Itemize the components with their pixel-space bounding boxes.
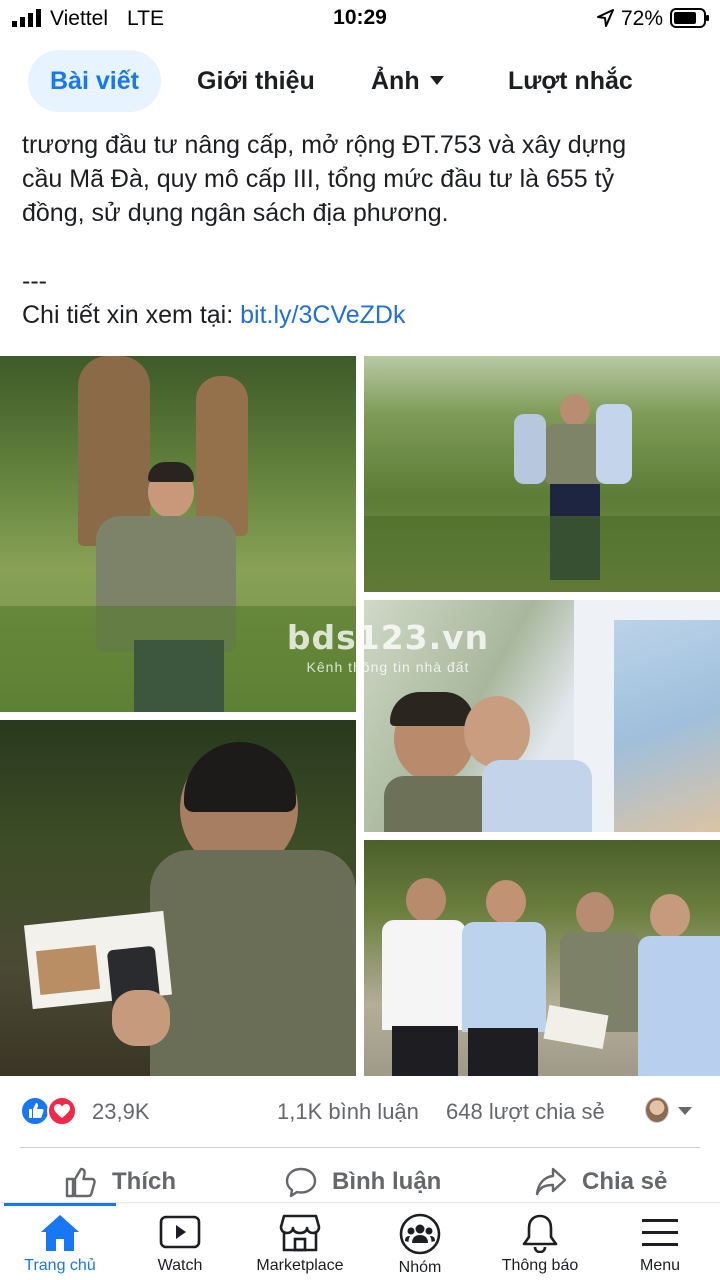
watermark-sub: Kênh thông tin nhà đất [306, 659, 470, 675]
share-count[interactable]: 648 lượt chia sẻ [446, 1099, 605, 1125]
location-arrow-icon [597, 9, 614, 27]
post-separator: --- [22, 267, 47, 295]
comment-button[interactable]: Bình luận [284, 1162, 441, 1202]
post-link-line: Chi tiết xin xem tại: bit.ly/3CVeZDk [22, 298, 702, 332]
marketplace-icon [279, 1214, 321, 1252]
like-label: Thích [112, 1168, 176, 1195]
watermark-main: bds123.vn [286, 618, 490, 657]
post-link[interactable]: bit.ly/3CVeZDk [240, 301, 405, 329]
tab-luot-nhac[interactable]: Lượt nhắc [508, 50, 633, 112]
avatar[interactable] [645, 1097, 669, 1123]
page-tabs: Bài viết Giới thiệu Ảnh Lượt nhắc [0, 46, 720, 116]
tab-anh[interactable]: Ảnh [371, 50, 444, 112]
tab-label: Bài viết [50, 67, 139, 95]
post-photo-4[interactable] [0, 720, 356, 1076]
nav-watch[interactable]: Watch [120, 1203, 240, 1280]
share-icon [535, 1167, 567, 1196]
bottom-nav: Trang chủ Watch Marketplace Nhóm Thông b… [0, 1202, 720, 1280]
tab-bai-viet[interactable]: Bài viết [28, 50, 161, 112]
reaction-icons[interactable] [20, 1096, 78, 1126]
love-reaction-icon [47, 1096, 77, 1126]
chevron-down-icon [429, 76, 444, 86]
tab-gioi-thieu[interactable]: Giới thiệu [197, 50, 315, 112]
post-line: trương đầu tư nâng cấp, mở rộng ĐT.753 v… [22, 131, 627, 159]
battery-icon [670, 8, 709, 28]
comment-icon [285, 1167, 317, 1198]
chevron-down-icon[interactable] [678, 1107, 692, 1115]
nav-label: Watch [157, 1257, 203, 1274]
post-line: cầu Mã Đà, quy mô cấp III, tổng mức đầu … [22, 165, 615, 193]
tab-label: Ảnh [371, 67, 420, 95]
nav-home[interactable]: Trang chủ [0, 1203, 120, 1280]
divider [20, 1147, 700, 1148]
nav-label: Nhóm [398, 1259, 442, 1276]
share-label: Chia sẻ [582, 1168, 668, 1195]
home-icon [41, 1215, 79, 1251]
menu-icon [642, 1219, 678, 1246]
groups-icon [399, 1213, 441, 1255]
nav-notifications[interactable]: Thông báo [480, 1203, 600, 1280]
share-button[interactable]: Chia sẻ [534, 1162, 667, 1202]
battery-percent: 72% [621, 7, 664, 30]
nav-label: Trang chủ [24, 1257, 96, 1274]
link-prefix: Chi tiết xin xem tại: [22, 301, 234, 329]
reaction-count[interactable]: 23,9K [92, 1099, 150, 1125]
watch-icon [159, 1215, 201, 1249]
nav-label: Thông báo [501, 1257, 579, 1274]
thumbs-up-icon [65, 1167, 96, 1198]
post-line: đồng, sử dụng ngân sách địa phương. [22, 199, 449, 227]
post-text: trương đầu tư nâng cấp, mở rộng ĐT.753 v… [22, 128, 702, 332]
like-reaction-icon [20, 1096, 50, 1126]
post-photo-2[interactable] [364, 356, 720, 592]
nav-label: Menu [639, 1257, 681, 1274]
comment-label: Bình luận [332, 1168, 442, 1195]
bell-icon [522, 1214, 558, 1253]
status-bar: Viettel LTE 10:29 72% [0, 0, 720, 36]
reactions-row: 23,9K 1,1K bình luận 648 lượt chia sẻ [0, 1090, 720, 1134]
nav-groups[interactable]: Nhóm [360, 1203, 480, 1280]
comment-count[interactable]: 1,1K bình luận [277, 1099, 419, 1125]
tab-label: Lượt nhắc [508, 67, 633, 95]
post-photo-5[interactable] [364, 840, 720, 1076]
watermark: bds123.vn Kênh thông tin nhà đất [258, 620, 518, 684]
like-button[interactable]: Thích [64, 1162, 176, 1202]
tab-label: Giới thiệu [197, 67, 315, 95]
nav-marketplace[interactable]: Marketplace [240, 1203, 360, 1280]
nav-menu[interactable]: Menu [600, 1203, 720, 1280]
nav-label: Marketplace [256, 1257, 344, 1274]
